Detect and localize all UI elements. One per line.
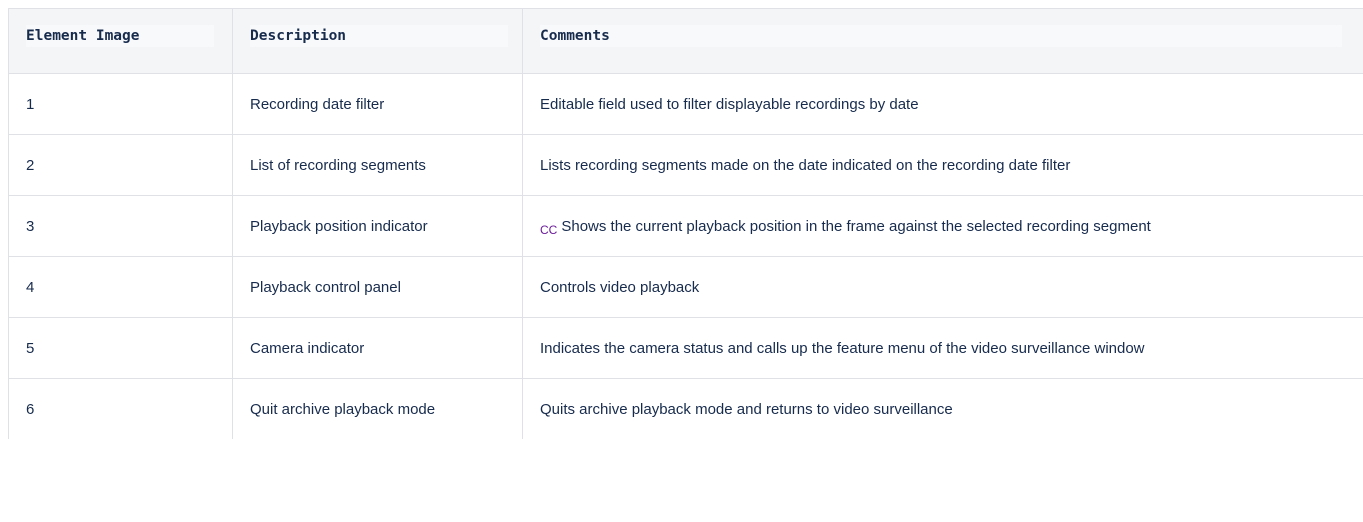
table-row: 6 Quit archive playback mode Quits archi… xyxy=(8,378,1363,439)
table-header-row: Element Image Description Comments xyxy=(8,8,1363,74)
row-description: Quit archive playback mode xyxy=(232,378,523,439)
row-description: Playback position indicator xyxy=(232,195,523,257)
row-number: 2 xyxy=(8,134,233,196)
row-number: 4 xyxy=(8,256,233,318)
row-comment: Editable field used to filter displayabl… xyxy=(522,73,1363,135)
header-label: Description xyxy=(250,25,508,47)
table-row: 4 Playback control panel Controls video … xyxy=(8,256,1363,318)
header-element-image: Element Image xyxy=(8,8,233,74)
row-comment: Shows the current playback position in t… xyxy=(561,217,1151,235)
row-description: Recording date filter xyxy=(232,73,523,135)
row-description: Playback control panel xyxy=(232,256,523,318)
header-label: Comments xyxy=(540,25,1342,47)
header-comments: Comments xyxy=(522,8,1363,74)
table-row: 5 Camera indicator Indicates the camera … xyxy=(8,317,1363,379)
row-comment: Lists recording segments made on the dat… xyxy=(522,134,1363,196)
header-description: Description xyxy=(232,8,523,74)
row-description: List of recording segments xyxy=(232,134,523,196)
table-row: 3 Playback position indicator CC Shows th… xyxy=(8,195,1363,257)
table-row: 2 List of recording segments Lists recor… xyxy=(8,134,1363,196)
row-comment: Controls video playback xyxy=(522,256,1363,318)
header-label: Element Image xyxy=(26,25,214,47)
row-comment-cell: CC Shows the current playback position in… xyxy=(522,195,1363,257)
row-number: 1 xyxy=(8,73,233,135)
row-number: 5 xyxy=(8,317,233,379)
row-description: Camera indicator xyxy=(232,317,523,379)
row-number: 3 xyxy=(8,195,233,257)
cc-marker: CC xyxy=(540,222,558,237)
elements-table: Element Image Description Comments 1 Rec… xyxy=(8,8,1363,439)
row-comment: Quits archive playback mode and returns … xyxy=(522,378,1363,439)
elements-table-container: Element Image Description Comments 1 Rec… xyxy=(8,8,1363,439)
row-comment: Indicates the camera status and calls up… xyxy=(522,317,1363,379)
row-number: 6 xyxy=(8,378,233,439)
table-row: 1 Recording date filter Editable field u… xyxy=(8,73,1363,135)
